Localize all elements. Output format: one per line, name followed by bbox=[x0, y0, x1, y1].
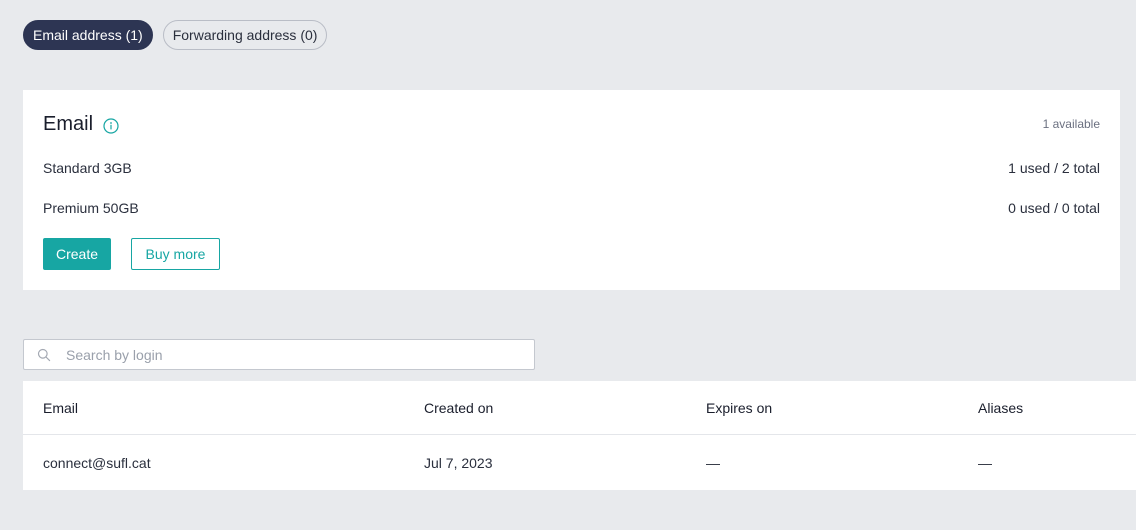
column-header-created-on[interactable]: Created on bbox=[424, 400, 493, 416]
email-link[interactable]: connect@sufl.cat bbox=[43, 455, 151, 471]
plan-name: Standard 3GB bbox=[43, 160, 132, 176]
plan-row: Standard 3GB 1 used / 2 total bbox=[43, 160, 1100, 176]
card-title-row: Email bbox=[43, 113, 119, 136]
expires-on-value: — bbox=[706, 455, 720, 471]
buy-more-button[interactable]: Buy more bbox=[131, 238, 220, 270]
table-row[interactable]: connect@sufl.cat Jul 7, 2023 — — bbox=[23, 436, 1136, 490]
search-input[interactable] bbox=[64, 345, 508, 364]
address-tabs: Email address (1) Forwarding address (0) bbox=[23, 20, 328, 50]
card-title: Email bbox=[43, 113, 94, 135]
available-count: 1 available bbox=[1042, 117, 1100, 131]
plan-usage: 0 used / 0 total bbox=[1008, 200, 1100, 216]
plan-name: Premium 50GB bbox=[43, 200, 139, 216]
email-table: Email Created on Expires on Aliases conn… bbox=[23, 381, 1136, 490]
info-circle-icon[interactable] bbox=[103, 117, 119, 134]
created-on-value: Jul 7, 2023 bbox=[424, 455, 493, 471]
tab-forwarding-address[interactable]: Forwarding address (0) bbox=[162, 20, 328, 50]
column-header-email[interactable]: Email bbox=[43, 400, 78, 416]
email-card: Email 1 available Standard 3GB 1 used / … bbox=[23, 90, 1120, 290]
tab-email-address[interactable]: Email address (1) bbox=[23, 20, 153, 50]
column-header-aliases[interactable]: Aliases bbox=[978, 400, 1023, 416]
plan-usage: 1 used / 2 total bbox=[1008, 160, 1100, 176]
search-icon bbox=[37, 348, 51, 362]
table-header: Email Created on Expires on Aliases bbox=[23, 381, 1136, 435]
aliases-value: — bbox=[978, 455, 992, 471]
plan-row: Premium 50GB 0 used / 0 total bbox=[43, 200, 1100, 216]
search-box bbox=[23, 339, 535, 370]
column-header-expires-on[interactable]: Expires on bbox=[706, 400, 772, 416]
create-button[interactable]: Create bbox=[43, 238, 111, 270]
